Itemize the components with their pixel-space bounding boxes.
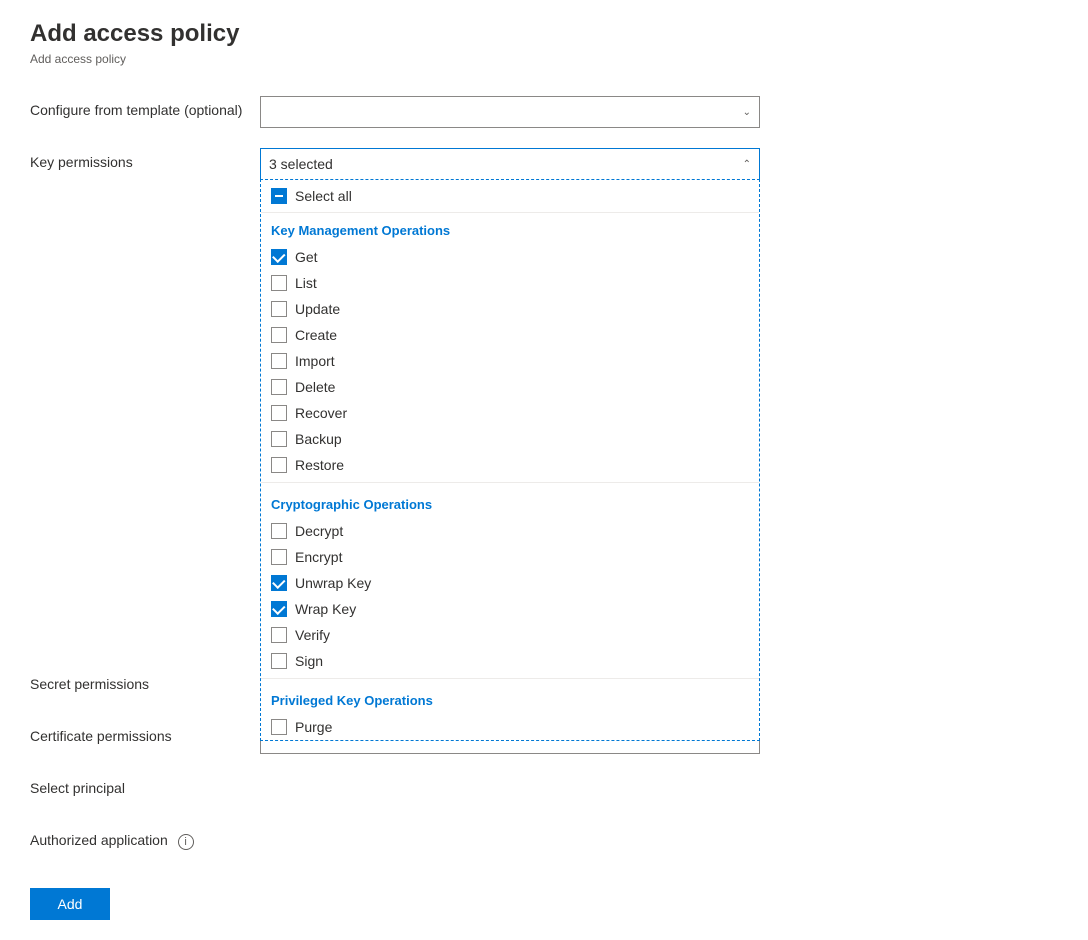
configure-template-wrap: ⌄ bbox=[260, 96, 760, 128]
checkbox-verify[interactable]: Verify bbox=[261, 622, 759, 648]
checkbox-unwrap-key[interactable]: Unwrap Key bbox=[261, 570, 759, 596]
checkbox-unwrap-key-box[interactable] bbox=[271, 575, 287, 591]
info-icon[interactable]: i bbox=[178, 834, 194, 850]
section-divider-2 bbox=[261, 678, 759, 679]
checkbox-restore-box[interactable] bbox=[271, 457, 287, 473]
checkbox-unwrap-key-label: Unwrap Key bbox=[295, 575, 371, 591]
checkbox-purge[interactable]: Purge bbox=[261, 714, 759, 740]
checkbox-list-label: List bbox=[295, 275, 317, 291]
checkbox-encrypt[interactable]: Encrypt bbox=[261, 544, 759, 570]
checkbox-import-box[interactable] bbox=[271, 353, 287, 369]
checkbox-decrypt-label: Decrypt bbox=[295, 523, 343, 539]
configure-template-row: Configure from template (optional) ⌄ bbox=[30, 96, 1058, 128]
checkbox-wrap-key-box[interactable] bbox=[271, 601, 287, 617]
chevron-up-icon: ⌃ bbox=[743, 159, 751, 170]
select-all-checkbox[interactable] bbox=[271, 188, 287, 204]
checkbox-encrypt-box[interactable] bbox=[271, 549, 287, 565]
checkbox-create-box[interactable] bbox=[271, 327, 287, 343]
chevron-down-icon: ⌄ bbox=[743, 107, 751, 118]
checkbox-import[interactable]: Import bbox=[261, 348, 759, 374]
checkbox-update[interactable]: Update bbox=[261, 296, 759, 322]
key-permissions-value: 3 selected bbox=[269, 156, 333, 172]
checkbox-create[interactable]: Create bbox=[261, 322, 759, 348]
checkbox-verify-label: Verify bbox=[295, 627, 330, 643]
key-permissions-wrap: 3 selected ⌃ Select all Key Management O… bbox=[260, 148, 760, 180]
authorized-app-row: Authorized application i bbox=[30, 826, 1058, 858]
key-permissions-dropdown[interactable]: 3 selected ⌃ bbox=[260, 148, 760, 180]
privileged-header: Privileged Key Operations bbox=[261, 683, 759, 714]
add-button-container: Add bbox=[30, 878, 1058, 920]
checkbox-delete[interactable]: Delete bbox=[261, 374, 759, 400]
add-button[interactable]: Add bbox=[30, 888, 110, 920]
checkbox-recover-box[interactable] bbox=[271, 405, 287, 421]
key-management-header: Key Management Operations bbox=[261, 213, 759, 244]
checkbox-verify-box[interactable] bbox=[271, 627, 287, 643]
checkbox-import-label: Import bbox=[295, 353, 335, 369]
select-all-label: Select all bbox=[295, 188, 352, 204]
select-all-row[interactable]: Select all bbox=[261, 180, 759, 213]
checkbox-recover-label: Recover bbox=[295, 405, 347, 421]
page-title: Add access policy bbox=[30, 20, 1058, 48]
checkbox-encrypt-label: Encrypt bbox=[295, 549, 342, 565]
checkbox-backup[interactable]: Backup bbox=[261, 426, 759, 452]
key-permissions-label: Key permissions bbox=[30, 148, 260, 170]
checkbox-backup-label: Backup bbox=[295, 431, 342, 447]
checkbox-recover[interactable]: Recover bbox=[261, 400, 759, 426]
checkbox-update-box[interactable] bbox=[271, 301, 287, 317]
checkbox-update-label: Update bbox=[295, 301, 340, 317]
checkbox-decrypt[interactable]: Decrypt bbox=[261, 518, 759, 544]
checkbox-list[interactable]: List bbox=[261, 270, 759, 296]
checkbox-create-label: Create bbox=[295, 327, 337, 343]
select-principal-label: Select principal bbox=[30, 774, 260, 796]
checkbox-purge-label: Purge bbox=[295, 719, 332, 735]
checkbox-get[interactable]: Get bbox=[261, 244, 759, 270]
checkbox-sign[interactable]: Sign bbox=[261, 648, 759, 674]
key-permissions-panel: Select all Key Management Operations Get… bbox=[260, 179, 760, 741]
checkbox-delete-label: Delete bbox=[295, 379, 335, 395]
configure-label: Configure from template (optional) bbox=[30, 96, 260, 118]
checkbox-backup-box[interactable] bbox=[271, 431, 287, 447]
checkbox-sign-label: Sign bbox=[295, 653, 323, 669]
checkbox-restore-label: Restore bbox=[295, 457, 344, 473]
certificate-permissions-label: Certificate permissions bbox=[30, 722, 260, 744]
checkbox-list-box[interactable] bbox=[271, 275, 287, 291]
checkbox-get-label: Get bbox=[295, 249, 318, 265]
checkbox-get-box[interactable] bbox=[271, 249, 287, 265]
checkbox-restore[interactable]: Restore bbox=[261, 452, 759, 478]
secret-permissions-label: Secret permissions bbox=[30, 670, 260, 692]
checkbox-decrypt-box[interactable] bbox=[271, 523, 287, 539]
section-divider-1 bbox=[261, 482, 759, 483]
checkbox-delete-box[interactable] bbox=[271, 379, 287, 395]
cryptographic-header: Cryptographic Operations bbox=[261, 487, 759, 518]
checkbox-wrap-key-label: Wrap Key bbox=[295, 601, 356, 617]
breadcrumb: Add access policy bbox=[30, 52, 1058, 66]
configure-template-dropdown[interactable]: ⌄ bbox=[260, 96, 760, 128]
checkbox-wrap-key[interactable]: Wrap Key bbox=[261, 596, 759, 622]
checkbox-sign-box[interactable] bbox=[271, 653, 287, 669]
select-principal-row: Select principal bbox=[30, 774, 1058, 806]
checkbox-purge-box[interactable] bbox=[271, 719, 287, 735]
key-permissions-row: Key permissions 3 selected ⌃ Select all … bbox=[30, 148, 1058, 180]
